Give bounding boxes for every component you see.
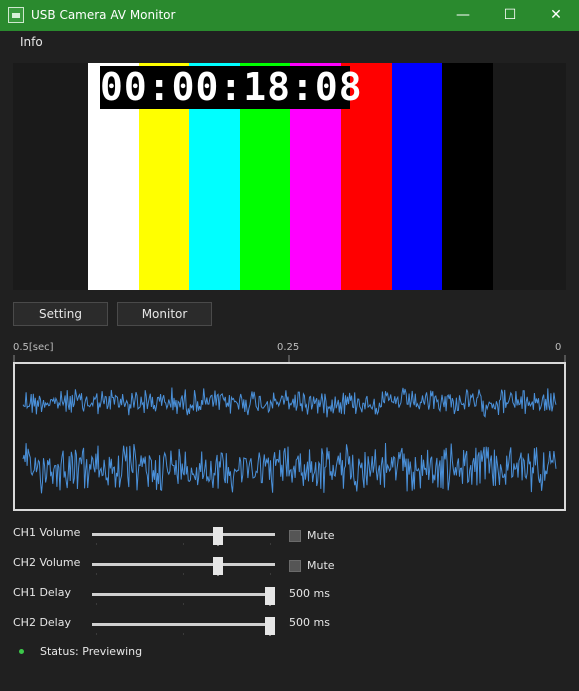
ch2-mute-label[interactable]: Mute: [307, 559, 335, 572]
ch1-volume-label: CH1 Volume: [13, 526, 81, 539]
maximize-button[interactable]: ☐: [487, 0, 533, 31]
audio-waveform-panel: [13, 362, 566, 511]
ch1-delay-slider[interactable]: [92, 587, 275, 607]
ch2-delay-thumb[interactable]: [265, 617, 275, 636]
waveform-plot: [22, 387, 557, 494]
ch1-mute-label[interactable]: Mute: [307, 529, 335, 542]
title-bar[interactable]: USB Camera AV Monitor — ☐ ✕: [0, 0, 579, 31]
ch2-volume-label: CH2 Volume: [13, 556, 81, 569]
status-text: Status: Previewing: [40, 645, 143, 658]
ch2-delay-label: CH2 Delay: [13, 616, 71, 629]
close-button[interactable]: ✕: [533, 0, 579, 31]
app-window: USB Camera AV Monitor — ☐ ✕ Info 00:00:1…: [0, 0, 579, 691]
ch2-mute-checkbox[interactable]: [289, 560, 301, 572]
time-axis-label-left: 0.5[sec]: [13, 342, 54, 353]
status-indicator: [19, 649, 24, 654]
timecode-overlay: 00:00:18:08: [100, 65, 363, 109]
time-axis-label-right: 0: [555, 342, 562, 353]
ch2-delay-slider[interactable]: [92, 617, 275, 637]
ch1-volume-thumb[interactable]: [213, 527, 224, 546]
ch2-delay-value: 500 ms: [289, 616, 330, 629]
ch1-delay-value: 500 ms: [289, 587, 330, 600]
ch2-volume-slider[interactable]: [92, 557, 275, 577]
minimize-button[interactable]: —: [440, 0, 486, 31]
color-bar: [442, 63, 494, 290]
menu-bar: Info: [0, 31, 579, 53]
time-axis-label-mid: 0.25: [277, 342, 300, 353]
ch1-delay-thumb[interactable]: [265, 587, 275, 606]
window-title: USB Camera AV Monitor: [31, 8, 176, 22]
ch1-mute-checkbox[interactable]: [289, 530, 301, 542]
color-bar: [391, 63, 443, 290]
ch1-delay-label: CH1 Delay: [13, 586, 71, 599]
setting-button[interactable]: Setting: [13, 302, 108, 326]
ch1-volume-slider[interactable]: [92, 527, 275, 547]
camera-app-icon: [8, 7, 24, 23]
monitor-button[interactable]: Monitor: [117, 302, 212, 326]
menu-item-info[interactable]: Info: [20, 35, 43, 49]
ch2-volume-thumb[interactable]: [213, 557, 224, 576]
video-preview: 00:00:18:08: [13, 63, 566, 290]
waveform-ch1: [22, 387, 557, 418]
waveform-ch2: [22, 442, 557, 494]
